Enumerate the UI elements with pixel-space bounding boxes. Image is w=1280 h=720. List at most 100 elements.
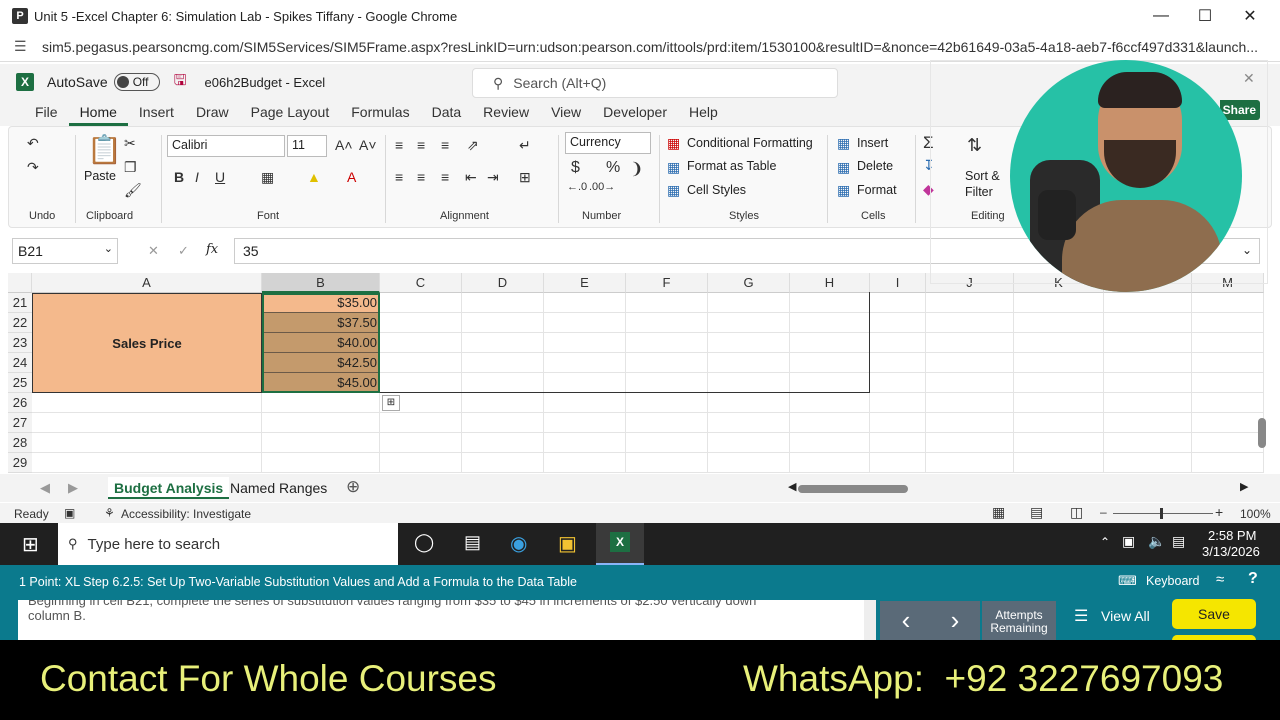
- top-align-icon[interactable]: ≡: [395, 137, 403, 153]
- zoom-in-icon[interactable]: +: [1215, 504, 1223, 520]
- cell-i28[interactable]: [870, 433, 926, 453]
- vertical-scrollbar[interactable]: [1258, 418, 1266, 448]
- sales-price-merged-cell[interactable]: Sales Price: [32, 293, 262, 393]
- zoom-slider[interactable]: [1113, 513, 1213, 514]
- page-break-view-icon[interactable]: ◫: [1070, 504, 1083, 521]
- bottom-align-icon[interactable]: ≡: [441, 137, 449, 153]
- maximize-button[interactable]: ☐: [1182, 0, 1228, 32]
- cell-e23[interactable]: [544, 333, 626, 353]
- cell-d25[interactable]: [462, 373, 544, 393]
- cell-m28[interactable]: [1192, 433, 1264, 453]
- insert-cells-button[interactable]: Insert: [857, 136, 888, 150]
- select-all-corner[interactable]: [8, 273, 32, 293]
- cell-d26[interactable]: [462, 393, 544, 413]
- cell-f23[interactable]: [626, 333, 708, 353]
- cell-g21[interactable]: [708, 293, 790, 313]
- cell-l23[interactable]: [1104, 333, 1192, 353]
- cell-a28[interactable]: [32, 433, 262, 453]
- column-header-i[interactable]: I: [870, 273, 926, 293]
- tab-help[interactable]: Help: [678, 100, 729, 126]
- font-name-dropdown[interactable]: Calibri: [167, 135, 285, 157]
- cell-d23[interactable]: [462, 333, 544, 353]
- cell-c22[interactable]: [380, 313, 462, 333]
- cell-c29[interactable]: [380, 453, 462, 473]
- save-icon[interactable]: 🖫: [174, 70, 187, 95]
- cell-l25[interactable]: [1104, 373, 1192, 393]
- column-header-d[interactable]: D: [462, 273, 544, 293]
- previous-button[interactable]: ‹: [880, 601, 932, 641]
- scroll-right-icon[interactable]: ▶: [1240, 480, 1248, 493]
- task-view-icon[interactable]: ▤: [464, 532, 481, 553]
- decrease-indent-icon[interactable]: ⇤: [465, 169, 477, 186]
- next-sheet-icon[interactable]: ▶: [68, 480, 78, 496]
- format-as-table-button[interactable]: Format as Table: [687, 159, 776, 173]
- cell-c28[interactable]: [380, 433, 462, 453]
- cell-f27[interactable]: [626, 413, 708, 433]
- paste-button[interactable]: Paste: [84, 169, 116, 183]
- keyboard-icon[interactable]: ⌨: [1118, 573, 1137, 589]
- cell-e28[interactable]: [544, 433, 626, 453]
- copy-icon[interactable]: ❐: [124, 159, 137, 176]
- cell-m26[interactable]: [1192, 393, 1264, 413]
- name-box[interactable]: B21 ⌄: [12, 238, 118, 264]
- tab-insert[interactable]: Insert: [128, 100, 185, 126]
- horizontal-scrollbar[interactable]: [798, 485, 908, 493]
- cell-d22[interactable]: [462, 313, 544, 333]
- increase-font-icon[interactable]: A˄: [335, 137, 353, 153]
- cell-d21[interactable]: [462, 293, 544, 313]
- cell-f25[interactable]: [626, 373, 708, 393]
- network-icon[interactable]: ▣: [1122, 533, 1135, 550]
- cell-c27[interactable]: [380, 413, 462, 433]
- tab-home[interactable]: Home: [68, 100, 128, 126]
- tab-developer[interactable]: Developer: [592, 100, 678, 126]
- cell-g27[interactable]: [708, 413, 790, 433]
- cell-l24[interactable]: [1104, 353, 1192, 373]
- wrap-text-icon[interactable]: ↵: [519, 137, 531, 154]
- cell-j26[interactable]: [926, 393, 1014, 413]
- edge-icon[interactable]: ◉: [510, 531, 527, 556]
- align-center-icon[interactable]: ≡: [417, 169, 425, 185]
- column-header-a[interactable]: A: [32, 273, 262, 293]
- undo-icon[interactable]: ↶: [27, 135, 39, 152]
- cancel-icon[interactable]: ✕: [148, 243, 159, 259]
- cell-b29[interactable]: [262, 453, 380, 473]
- url-text[interactable]: sim5.pegasus.pearsoncmg.com/SIM5Services…: [42, 39, 1257, 55]
- insert-function-icon[interactable]: fx: [206, 242, 218, 257]
- column-header-h[interactable]: H: [790, 273, 870, 293]
- normal-view-icon[interactable]: ▦: [992, 504, 1005, 521]
- cell-l21[interactable]: [1104, 293, 1192, 313]
- cell-l26[interactable]: [1104, 393, 1192, 413]
- merge-center-icon[interactable]: ⊞: [519, 169, 531, 186]
- cell-i21[interactable]: [870, 293, 926, 313]
- cell-f29[interactable]: [626, 453, 708, 473]
- column-header-e[interactable]: E: [544, 273, 626, 293]
- column-header-g[interactable]: G: [708, 273, 790, 293]
- row-header-28[interactable]: 28: [8, 433, 32, 453]
- cell-i22[interactable]: [870, 313, 926, 333]
- cell-f28[interactable]: [626, 433, 708, 453]
- cell-b24[interactable]: $42.50: [262, 353, 380, 373]
- cell-b26[interactable]: [262, 393, 380, 413]
- tab-file[interactable]: File: [24, 100, 69, 126]
- cell-j21[interactable]: [926, 293, 1014, 313]
- cell-i26[interactable]: [870, 393, 926, 413]
- underline-icon[interactable]: U: [215, 169, 225, 185]
- cell-i23[interactable]: [870, 333, 926, 353]
- cell-b22[interactable]: $37.50: [262, 313, 380, 333]
- cell-h29[interactable]: [790, 453, 870, 473]
- cell-l27[interactable]: [1104, 413, 1192, 433]
- worksheet-grid[interactable]: ABCDEFGHIJKLM21$35.0022$37.5023$40.0024$…: [8, 273, 1272, 473]
- taskbar-time[interactable]: 2:58 PM: [1208, 528, 1256, 543]
- row-header-24[interactable]: 24: [8, 353, 32, 373]
- middle-align-icon[interactable]: ≡: [417, 137, 425, 153]
- cell-i24[interactable]: [870, 353, 926, 373]
- cell-j24[interactable]: [926, 353, 1014, 373]
- cell-l29[interactable]: [1104, 453, 1192, 473]
- cell-e26[interactable]: [544, 393, 626, 413]
- cell-h27[interactable]: [790, 413, 870, 433]
- cell-g23[interactable]: [708, 333, 790, 353]
- minimize-button[interactable]: —: [1138, 0, 1184, 32]
- column-header-f[interactable]: F: [626, 273, 708, 293]
- add-sheet-icon[interactable]: ⊕: [346, 477, 360, 497]
- cell-h22[interactable]: [790, 313, 870, 333]
